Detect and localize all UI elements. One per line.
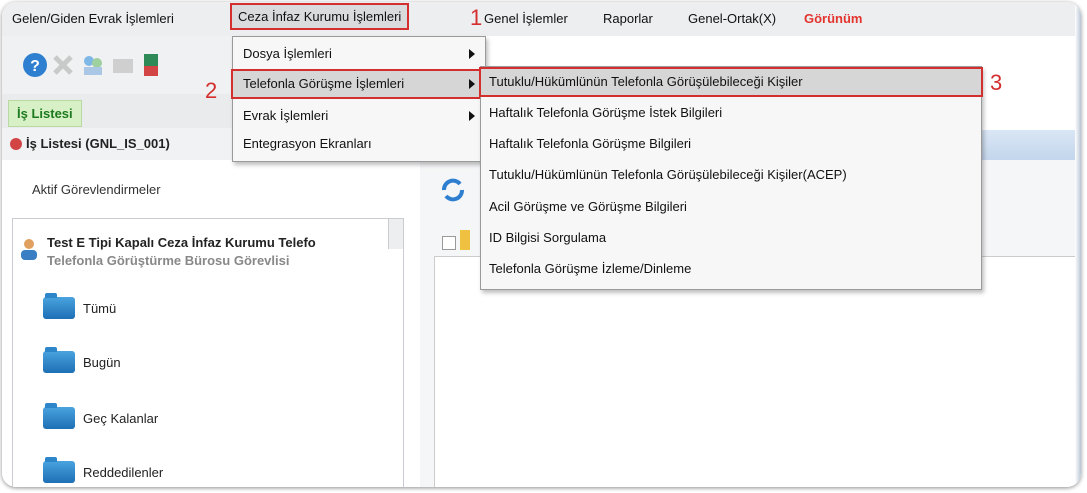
subtab-bar: İş Listesi (GNL_IS_001) <box>2 128 234 161</box>
menu-raporlar[interactable]: Raporlar <box>603 11 653 26</box>
folder-icon <box>43 347 75 373</box>
menu-genel-islemler[interactable]: Genel İşlemler <box>484 11 568 26</box>
chevron-right-icon <box>469 111 475 121</box>
chevron-right-icon <box>469 79 475 89</box>
tree-node-tumu[interactable]: Tümü <box>83 301 116 316</box>
tab-is-listesi[interactable]: İş Listesi <box>8 100 82 127</box>
institution-title[interactable]: Test E Tipi Kapalı Ceza İnfaz Kurumu Tel… <box>47 235 316 250</box>
users-icon[interactable] <box>80 52 106 78</box>
menu-gorunum[interactable]: Görünüm <box>804 11 863 26</box>
assignment-tree: Test E Tipi Kapalı Ceza İnfaz Kurumu Tel… <box>12 218 404 487</box>
tree-node-reddedilenler[interactable]: Reddedilenler <box>83 465 163 480</box>
menu-item-label: Evrak İşlemleri <box>243 108 329 123</box>
menu-item-dosya[interactable]: Dosya İşlemleri <box>233 41 485 67</box>
folder-icon <box>43 457 75 483</box>
scrollbar-up[interactable] <box>388 219 403 249</box>
help-icon[interactable]: ? <box>22 52 48 78</box>
submenu-item-label: Haftalık Telefonla Görüşme Bilgileri <box>489 136 692 151</box>
menu-item-label: Telefonla Görüşme İşlemleri <box>243 76 405 91</box>
callout-number: 2 <box>205 78 218 103</box>
telefonla-submenu: Tutuklu/Hükümlünün Telefonla Görüşülebil… <box>479 66 983 290</box>
message-icon[interactable] <box>110 52 136 78</box>
menu-bar: Gelen/Giden Evrak İşlemleri Ceza İnfaz K… <box>2 2 1081 36</box>
submenu-item-id-sorgulama[interactable]: ID Bilgisi Sorgulama <box>481 225 981 251</box>
menu-item-entegrasyon[interactable]: Entegrasyon Ekranları <box>233 131 485 157</box>
menu-ceza-infaz[interactable]: Ceza İnfaz Kurumu İşlemleri <box>229 3 410 30</box>
tab-strip: İş Listesi <box>2 94 234 128</box>
menu-gelen-giden[interactable]: Gelen/Giden Evrak İşlemleri <box>12 11 174 26</box>
submenu-item-gorusulebilecek[interactable]: Tutuklu/Hükümlünün Telefonla Görüşülebil… <box>479 67 983 97</box>
results-grid <box>434 256 1081 487</box>
grid-header-icon <box>460 230 470 250</box>
submenu-item-label: Acil Görüşme ve Görüşme Bilgileri <box>489 199 687 214</box>
tree-node-gec-kalanlar[interactable]: Geç Kalanlar <box>83 411 158 426</box>
tab-is-listesi-gnl[interactable]: İş Listesi (GNL_IS_001) <box>26 136 170 151</box>
menu-item-evrak[interactable]: Evrak İşlemleri <box>233 103 485 129</box>
toolbar: ? <box>2 36 234 94</box>
chevron-right-icon <box>469 49 475 59</box>
close-tab-icon[interactable] <box>10 138 22 150</box>
submenu-item-acil[interactable]: Acil Görüşme ve Görüşme Bilgileri <box>481 194 981 220</box>
menu-item-telefonla[interactable]: Telefonla Görüşme İşlemleri <box>231 69 487 99</box>
book-icon[interactable] <box>138 52 164 78</box>
submenu-item-acep[interactable]: Tutuklu/Hükümlünün Telefonla Görüşülebil… <box>481 162 981 188</box>
submenu-item-label: ID Bilgisi Sorgulama <box>489 230 607 245</box>
menu-item-label: Dosya İşlemleri <box>243 46 332 61</box>
folder-icon <box>43 293 75 319</box>
submenu-item-izleme[interactable]: Telefonla Görüşme İzleme/Dinleme <box>481 256 981 282</box>
left-panel: Aktif Görevlendirmeler Test E Tipi Kapal… <box>2 160 404 487</box>
folder-icon <box>43 403 75 429</box>
submenu-item-label: Tutuklu/Hükümlünün Telefonla Görüşülebil… <box>489 167 847 182</box>
refresh-icon[interactable] <box>440 178 466 202</box>
role-subtitle: Telefonla Görüştürme Bürosu Görevlisi <box>47 253 290 268</box>
app-window: Gelen/Giden Evrak İşlemleri Ceza İnfaz K… <box>2 2 1081 487</box>
aktif-gorevlendirmeler-label: Aktif Görevlendirmeler <box>32 182 161 197</box>
tree-node-bugun[interactable]: Bugün <box>83 355 121 370</box>
ceza-infaz-menu: Dosya İşlemleri Telefonla Görüşme İşleml… <box>231 36 487 162</box>
svg-text:?: ? <box>30 58 40 75</box>
submenu-item-haftalik-bilgi[interactable]: Haftalık Telefonla Görüşme Bilgileri <box>481 131 981 157</box>
submenu-item-label: Haftalık Telefonla Görüşme İstek Bilgile… <box>489 105 723 120</box>
delete-icon[interactable] <box>50 52 76 78</box>
user-icon <box>21 239 37 260</box>
menu-item-label: Entegrasyon Ekranları <box>243 136 372 151</box>
menu-genel-ortak[interactable]: Genel-Ortak(X) <box>688 11 776 26</box>
submenu-item-label: Telefonla Görüşme İzleme/Dinleme <box>489 261 692 276</box>
submenu-item-haftalik-istek[interactable]: Haftalık Telefonla Görüşme İstek Bilgile… <box>481 100 981 126</box>
callout-number: 3 <box>990 70 1003 95</box>
callout-number: 1 <box>470 5 483 30</box>
submenu-item-label: Tutuklu/Hükümlünün Telefonla Görüşülebil… <box>489 74 803 89</box>
select-all-checkbox[interactable] <box>442 236 456 250</box>
